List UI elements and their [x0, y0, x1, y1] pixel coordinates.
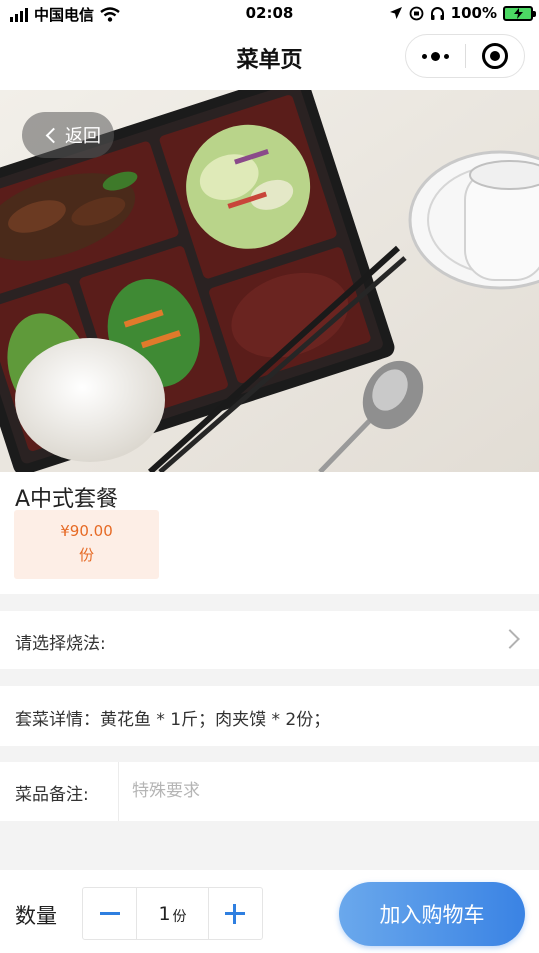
quantity-stepper: 1 份	[82, 887, 263, 940]
quantity-number: 1	[158, 902, 171, 925]
nav-bar: 菜单页	[0, 28, 539, 90]
chevron-left-icon	[45, 127, 62, 143]
cooking-method-selector[interactable]: 请选择烧法:	[0, 611, 539, 669]
quantity-label: 数量	[15, 904, 57, 928]
mini-program-capsule	[405, 34, 525, 78]
more-dots-icon	[421, 51, 449, 61]
quantity-unit: 份	[172, 908, 187, 925]
price-unit: 份	[78, 546, 94, 564]
status-bar: 中国电信 02:08 100%	[0, 0, 539, 28]
battery-percent: 100%	[450, 4, 497, 22]
quantity-value: 1 份	[136, 888, 209, 939]
plus-icon	[225, 903, 246, 924]
remark-row: 菜品备注:	[0, 762, 539, 821]
location-arrow-icon	[389, 7, 402, 19]
add-to-cart-button[interactable]: 加入购物车	[339, 882, 525, 946]
back-label: 返回	[65, 126, 101, 147]
product-name: A中式套餐	[15, 487, 119, 512]
chevron-right-icon	[500, 629, 520, 649]
product-price: ¥90.00	[60, 522, 113, 540]
remark-input[interactable]	[130, 772, 520, 810]
minus-icon	[99, 912, 120, 915]
set-detail-row: 套菜详情：黄花鱼 * 1斤；肉夹馍 * 2份；	[0, 686, 539, 746]
status-right: 100%	[389, 4, 536, 22]
price-tag: ¥90.00 份	[14, 510, 159, 579]
set-detail-text: 套菜详情：黄花鱼 * 1斤；肉夹馍 * 2份；	[15, 710, 331, 730]
bottom-action-bar: 数量 1 份 加入购物车	[0, 870, 539, 953]
target-close-icon	[481, 43, 508, 69]
remark-divider	[118, 762, 119, 821]
orientation-lock-icon	[409, 6, 424, 20]
battery-icon	[503, 5, 536, 21]
close-mini-program-button[interactable]	[465, 34, 524, 78]
headphones-icon	[430, 6, 444, 20]
product-info: A中式套餐 ¥90.00 份	[0, 472, 539, 594]
product-image: 返回	[0, 90, 539, 472]
more-menu-button[interactable]	[406, 34, 465, 78]
decrease-button[interactable]	[83, 888, 136, 939]
cooking-method-label: 请选择烧法:	[15, 634, 106, 654]
back-button[interactable]: 返回	[22, 112, 114, 158]
increase-button[interactable]	[209, 888, 262, 939]
charging-bolt-icon	[513, 7, 523, 19]
remark-label: 菜品备注:	[15, 785, 89, 805]
